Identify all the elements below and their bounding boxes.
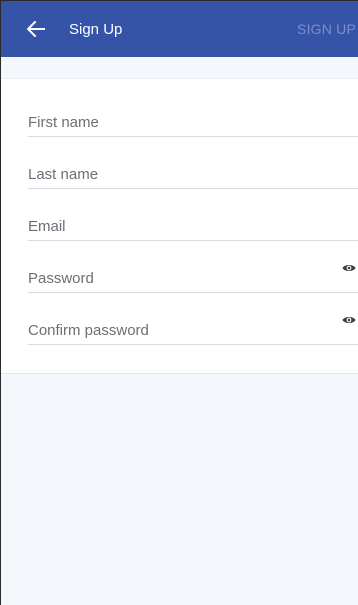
screen: Sign Up SIGN UP First name Last name Ema… (0, 0, 358, 605)
eye-icon[interactable] (342, 263, 356, 273)
top-spacer (1, 57, 358, 78)
confirm-password-field[interactable]: Confirm password (28, 305, 358, 346)
sign-up-button[interactable]: SIGN UP (297, 1, 356, 57)
email-field[interactable]: Email (28, 201, 358, 242)
page-title: Sign Up (69, 20, 123, 38)
password-input[interactable] (28, 253, 358, 294)
first-name-field[interactable]: First name (28, 97, 358, 138)
arrow-left-icon (27, 21, 45, 37)
empty-area (1, 374, 358, 605)
first-name-input[interactable] (28, 97, 358, 138)
email-input[interactable] (28, 201, 358, 242)
confirm-password-input[interactable] (28, 305, 358, 346)
password-field[interactable]: Password (28, 253, 358, 294)
signup-form: First name Last name Email Password Conf… (1, 78, 358, 374)
last-name-input[interactable] (28, 149, 358, 190)
back-button[interactable] (24, 17, 48, 41)
eye-icon[interactable] (342, 315, 356, 325)
last-name-field[interactable]: Last name (28, 149, 358, 190)
app-bar: Sign Up SIGN UP (1, 1, 358, 57)
